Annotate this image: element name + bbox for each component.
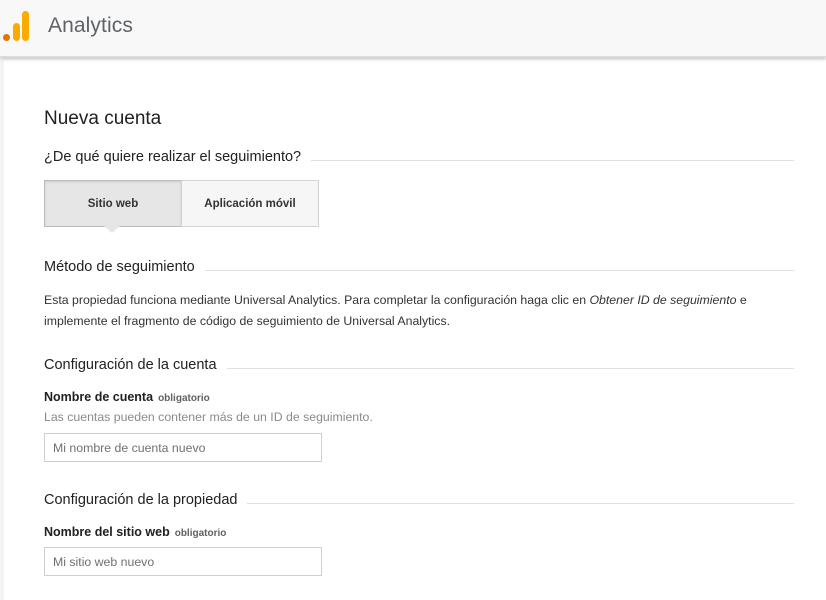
account-config-heading: Configuración de la cuenta (44, 357, 227, 373)
tracking-method-description: Esta propiedad funciona mediante Univers… (44, 290, 804, 332)
description-text: Esta propiedad funciona mediante Univers… (44, 293, 590, 307)
account-name-label: Nombre de cuenta obligatorio (44, 390, 210, 404)
required-tag: obligatorio (158, 393, 210, 404)
required-tag: obligatorio (174, 528, 227, 539)
property-config-heading: Configuración de la propiedad (44, 492, 248, 508)
account-name-label-text: Nombre de cuenta (44, 390, 154, 404)
mobile-app-option-button[interactable]: Aplicación móvil (181, 180, 319, 227)
website-name-label: Nombre del sitio web obligatorio (44, 525, 226, 539)
selected-pointer-icon (104, 226, 120, 233)
get-tracking-id-reference: Obtener ID de seguimiento (589, 293, 737, 307)
website-option-button[interactable]: Sitio web (44, 180, 182, 227)
new-account-form: Nueva cuenta ¿De qué quiere realizar el … (4, 60, 826, 600)
website-name-label-text: Nombre del sitio web (44, 525, 170, 539)
tracking-target-heading: ¿De qué quiere realizar el seguimiento? (44, 149, 312, 165)
tracking-method-heading: Método de seguimiento (44, 259, 205, 275)
top-app-bar: Analytics (0, 0, 826, 57)
tracking-target-toggle: Sitio web Aplicación móvil (44, 180, 319, 233)
analytics-logo-icon[interactable] (3, 10, 31, 42)
account-name-helper: Las cuentas pueden contener más de un ID… (44, 410, 373, 424)
page-title: Nueva cuenta (44, 108, 162, 129)
app-title[interactable]: Analytics (48, 14, 133, 38)
website-name-input[interactable] (44, 547, 322, 576)
account-name-input[interactable] (44, 433, 322, 462)
